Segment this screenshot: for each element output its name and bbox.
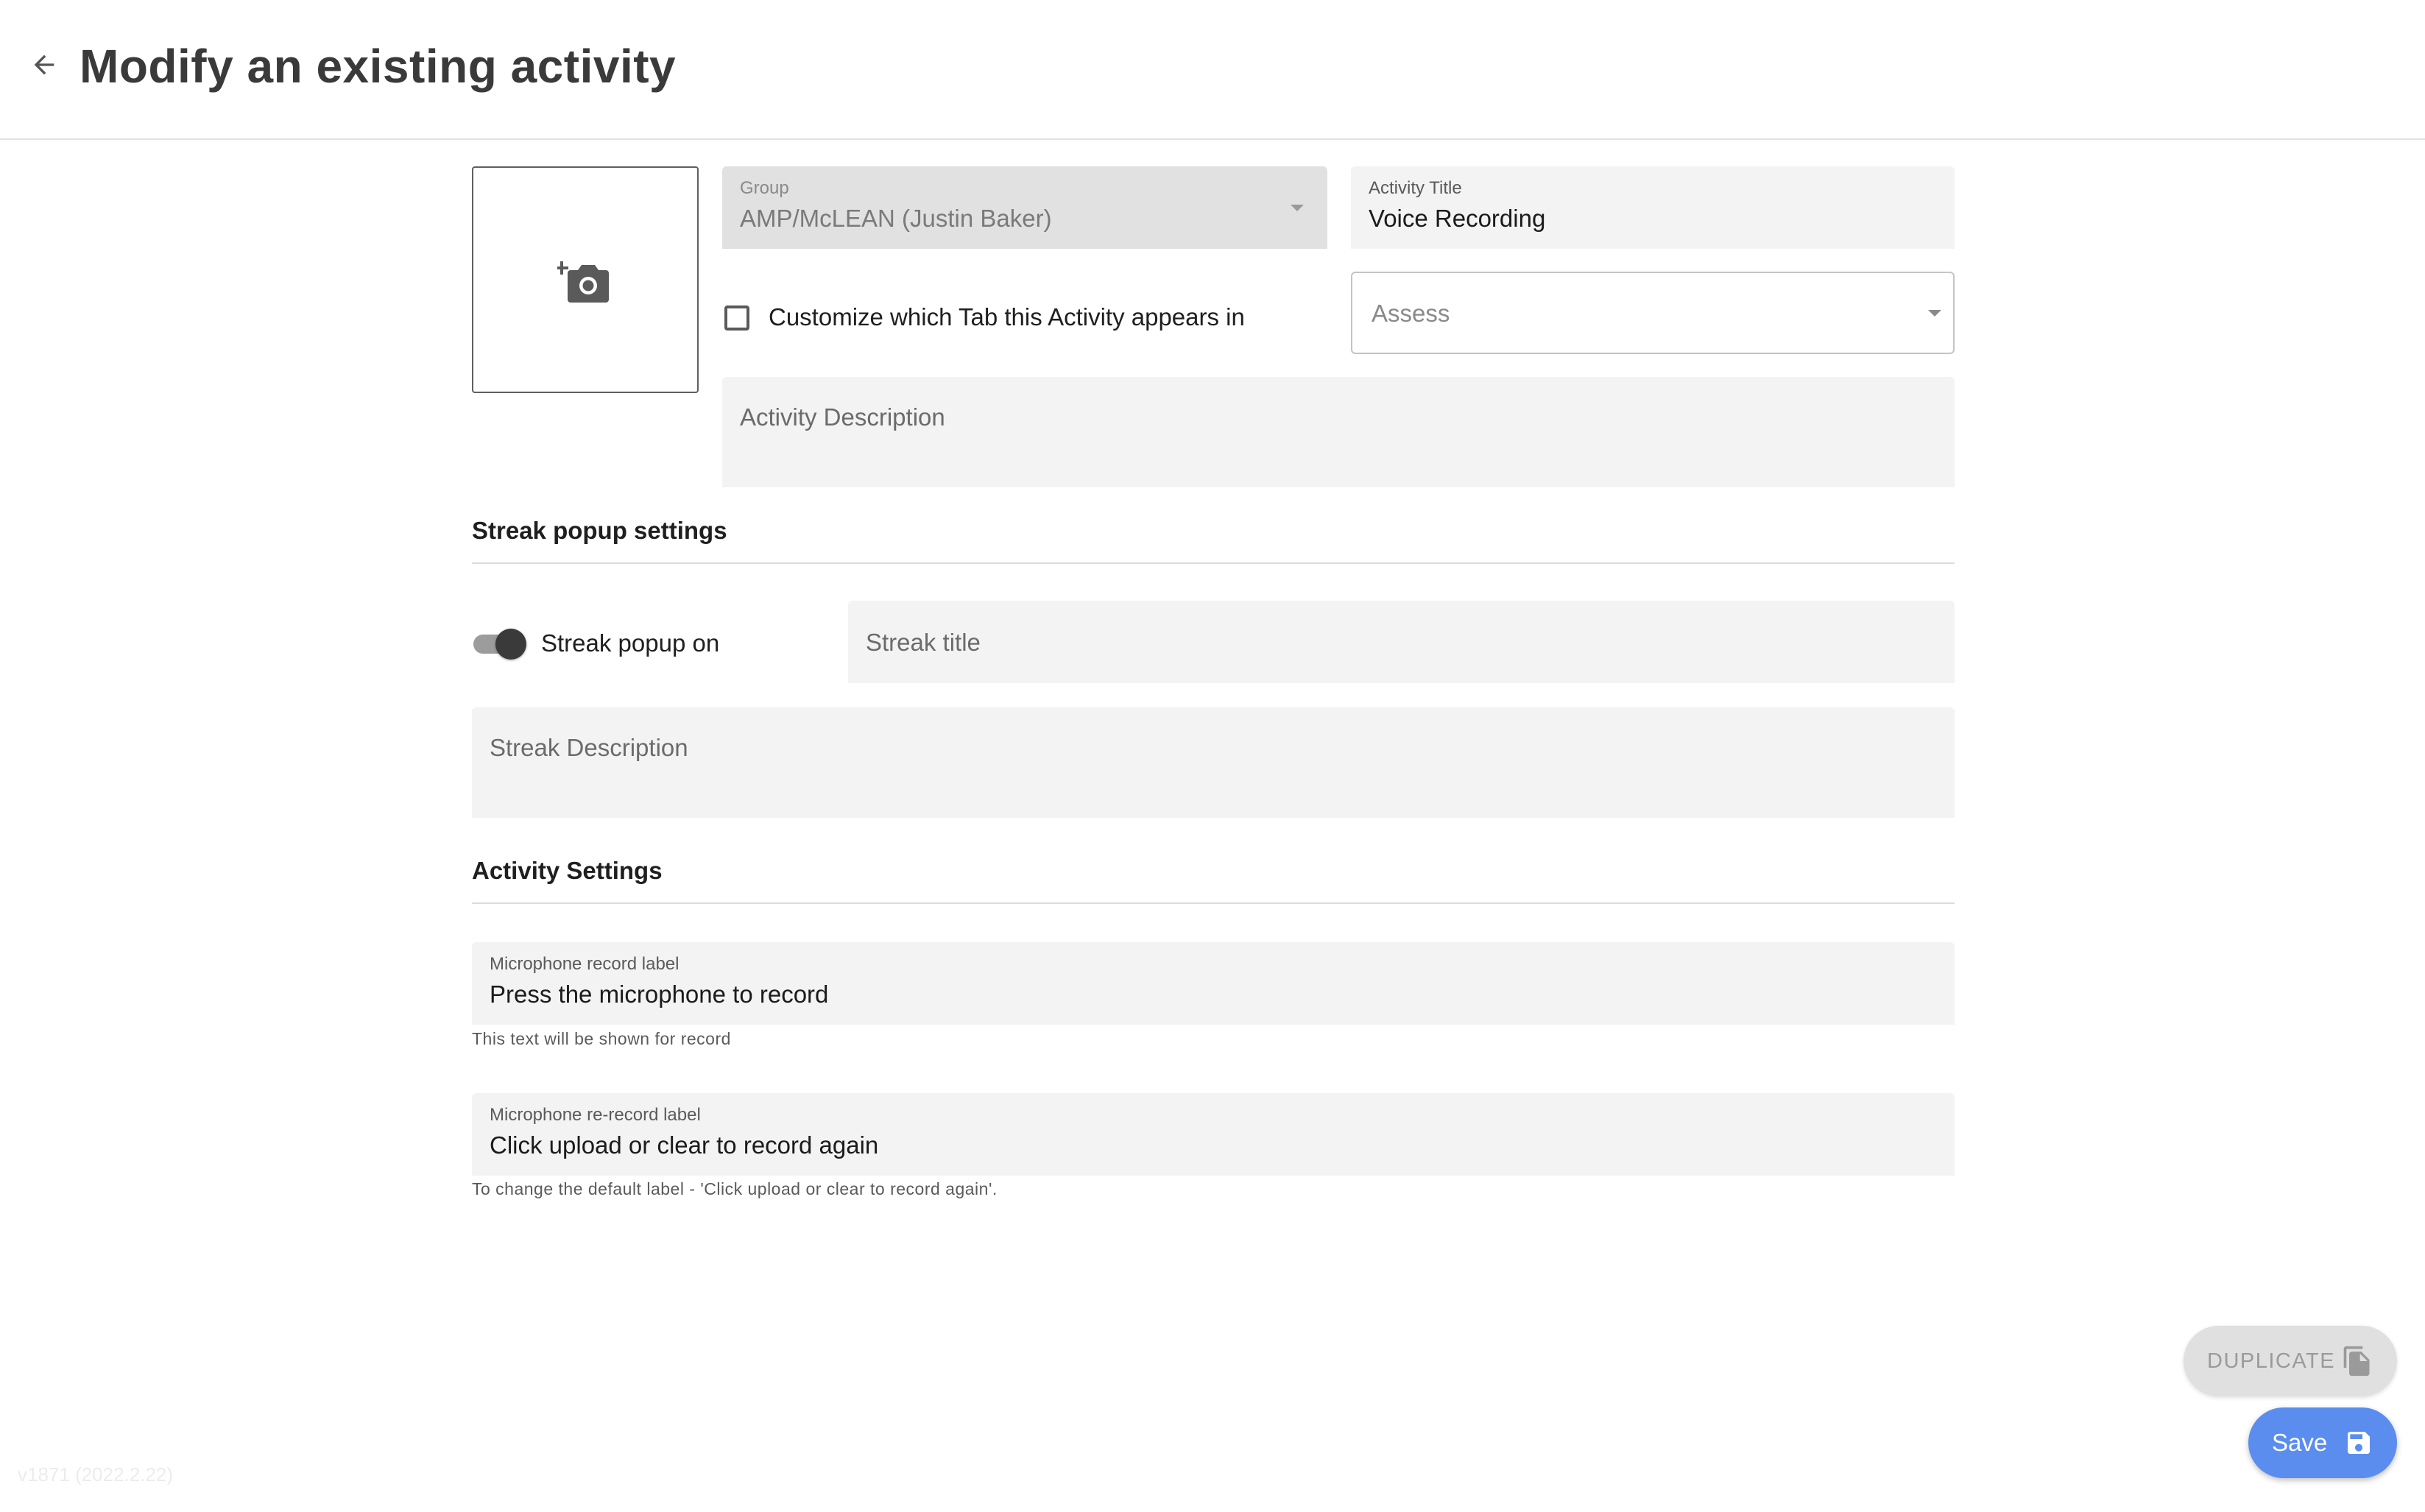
activity-description-placeholder: Activity Description xyxy=(740,403,945,431)
microphone-rerecord-label-value: Click upload or clear to record again xyxy=(490,1131,879,1159)
add-photo-camera-icon xyxy=(557,261,609,303)
tab-select-placeholder: Assess xyxy=(1372,300,1450,327)
microphone-rerecord-label-field[interactable]: Microphone re-record label Click upload … xyxy=(472,1093,1955,1176)
streak-popup-toggle[interactable] xyxy=(472,627,528,660)
customize-tab-label: Customize which Tab this Activity appear… xyxy=(769,303,1245,331)
streak-title-placeholder: Streak title xyxy=(866,629,981,656)
image-upload-button[interactable] xyxy=(472,166,699,393)
chevron-down-icon xyxy=(1291,205,1304,211)
activity-settings-divider xyxy=(472,902,1955,904)
streak-title-field[interactable]: Streak title xyxy=(848,601,1955,683)
group-select: Group AMP/McLEAN (Justin Baker) xyxy=(722,166,1327,249)
floppy-disk-icon xyxy=(2348,1432,2370,1454)
streak-description-field[interactable]: Streak Description xyxy=(472,707,1955,818)
microphone-rerecord-helper: To change the default label - 'Click upl… xyxy=(472,1179,998,1198)
streak-description-placeholder: Streak Description xyxy=(490,734,688,761)
duplicate-button[interactable]: DUPLICATE xyxy=(2184,1326,2397,1396)
toggle-thumb xyxy=(495,629,526,660)
chevron-down-icon xyxy=(1928,310,1941,317)
activity-description-field[interactable]: Activity Description xyxy=(722,377,1955,487)
back-button[interactable] xyxy=(21,41,68,88)
save-button[interactable]: Save xyxy=(2248,1407,2397,1478)
microphone-record-helper: This text will be shown for record xyxy=(472,1029,731,1048)
page-header: Modify an existing activity xyxy=(0,0,2425,140)
activity-title-label: Activity Title xyxy=(1369,178,1462,198)
page: Modify an existing activity Group AMP/Mc… xyxy=(0,0,2425,1512)
microphone-record-label-value: Press the microphone to record xyxy=(490,981,829,1008)
streak-popup-label: Streak popup on xyxy=(541,629,720,657)
microphone-rerecord-label-caption: Microphone re-record label xyxy=(490,1105,701,1125)
customize-tab-checkbox[interactable] xyxy=(724,305,749,331)
tab-select[interactable]: Assess xyxy=(1351,272,1955,354)
page-title: Modify an existing activity xyxy=(80,40,677,93)
activity-title-field[interactable]: Activity Title Voice Recording xyxy=(1351,166,1955,249)
streak-section-divider xyxy=(472,562,1955,564)
streak-section-title: Streak popup settings xyxy=(472,517,727,544)
duplicate-button-label: DUPLICATE xyxy=(2207,1349,2336,1373)
activity-settings-title: Activity Settings xyxy=(472,857,663,884)
group-label: Group xyxy=(740,178,789,198)
microphone-record-label-caption: Microphone record label xyxy=(490,954,680,974)
arrow-left-icon xyxy=(34,54,54,75)
group-value: AMP/McLEAN (Justin Baker) xyxy=(740,205,1052,232)
activity-title-value: Voice Recording xyxy=(1369,205,1546,232)
version-label: v1871 (2022.2.22) xyxy=(18,1463,174,1485)
microphone-record-label-field[interactable]: Microphone record label Press the microp… xyxy=(472,942,1955,1025)
save-button-label: Save xyxy=(2272,1429,2328,1456)
file-copy-icon xyxy=(2343,1346,2370,1377)
